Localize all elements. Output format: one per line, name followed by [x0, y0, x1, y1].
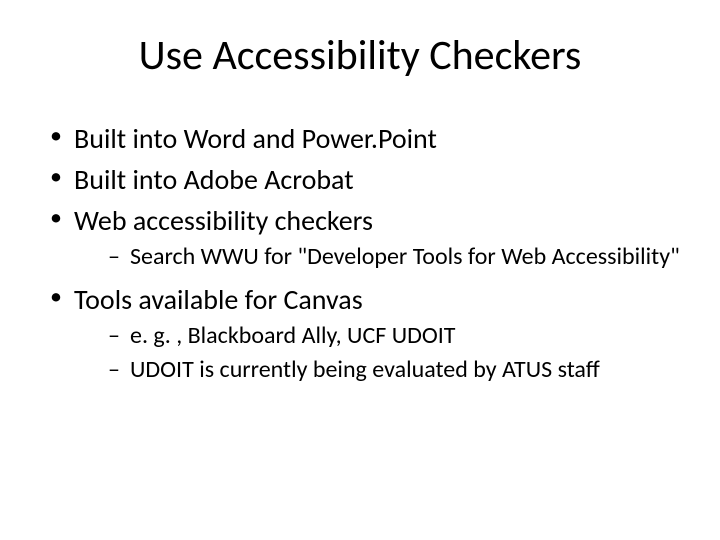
list-item-text: Built into Adobe Acrobat: [74, 162, 354, 197]
sub-list: e. g. , Blackboard Ally, UCF UDOIT UDOIT…: [74, 321, 690, 385]
sub-list-item: e. g. , Blackboard Ally, UCF UDOIT: [108, 321, 690, 351]
slide-title: Use Accessibility Checkers: [30, 30, 690, 81]
sub-list-item-text: UDOIT is currently being evaluated by AT…: [130, 355, 600, 384]
list-item: Web accessibility checkers Search WWU fo…: [50, 203, 690, 272]
slide: Use Accessibility Checkers Built into Wo…: [0, 0, 720, 540]
list-item-text: Built into Word and Power.Point: [74, 121, 437, 156]
sub-list-item-text: e. g. , Blackboard Ally, UCF UDOIT: [130, 321, 456, 350]
bullet-list: Built into Word and Power.Point Built in…: [30, 121, 690, 385]
sub-list: Search WWU for "Developer Tools for Web …: [74, 242, 690, 272]
list-item: Built into Word and Power.Point: [50, 121, 690, 156]
list-item-text: Web accessibility checkers: [74, 203, 373, 238]
list-item: Tools available for Canvas e. g. , Black…: [50, 282, 690, 385]
sub-list-item: Search WWU for "Developer Tools for Web …: [108, 242, 690, 272]
list-item-text: Tools available for Canvas: [74, 282, 363, 317]
sub-list-item: UDOIT is currently being evaluated by AT…: [108, 355, 690, 385]
list-item: Built into Adobe Acrobat: [50, 162, 690, 197]
sub-list-item-text: Search WWU for "Developer Tools for Web …: [130, 242, 680, 271]
